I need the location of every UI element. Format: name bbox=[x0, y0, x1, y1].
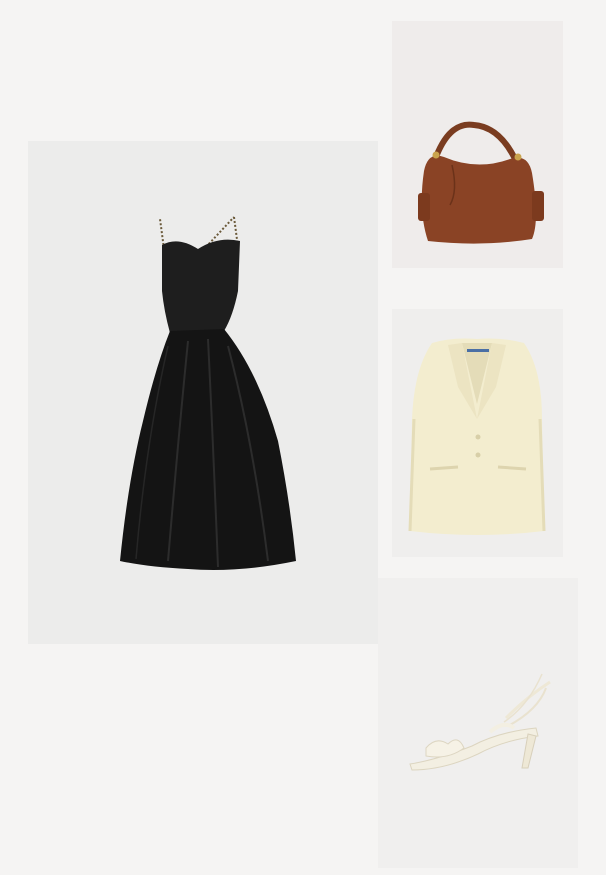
blazer-product-tile[interactable] bbox=[392, 309, 563, 557]
brown-handbag-image bbox=[418, 121, 544, 244]
ivory-sandal-image bbox=[409, 673, 551, 771]
outfit-collage: { "collage": { "background_color": "#f5f… bbox=[0, 0, 606, 875]
handbag-product-tile[interactable] bbox=[392, 21, 563, 268]
black-dress-image bbox=[120, 216, 296, 570]
cream-blazer-image bbox=[408, 338, 546, 535]
sandal-product-tile[interactable] bbox=[378, 578, 578, 868]
dress-product-tile[interactable] bbox=[28, 141, 378, 644]
